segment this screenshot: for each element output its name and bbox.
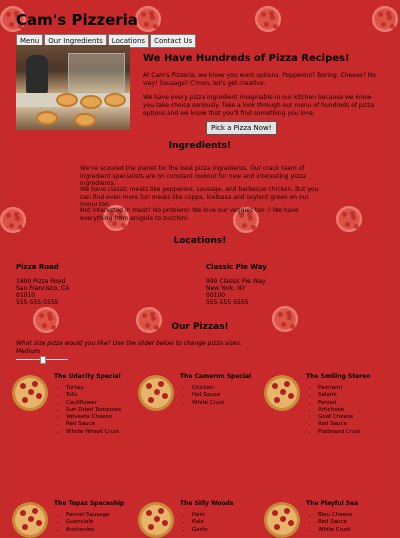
topping-item: Red Sauce	[66, 421, 121, 428]
pizza-icon	[264, 502, 300, 538]
pizza-toppings-list: Bleu CheeseRed SauceWhite Crust	[308, 512, 352, 534]
pizza-size-slider[interactable]	[16, 356, 68, 364]
background-pizza-icon	[336, 206, 362, 232]
topping-item: Whole Wheat Crust	[66, 429, 121, 436]
topping-item: Flatbread Crust	[318, 429, 360, 436]
topping-item: Kale	[192, 519, 208, 526]
topping-item: Goat Cheese	[318, 414, 360, 421]
ingredients-paragraph-3: Not interested in meat? No problem! We l…	[80, 207, 299, 222]
topping-item: Turkey	[66, 385, 121, 392]
topping-item: Fennel	[318, 400, 360, 407]
pizza-toppings-list: TurkeyTofuCauliflowerSun Dried TomatoesV…	[56, 385, 121, 436]
pizza-icon	[12, 502, 48, 538]
topping-item: Red Sauce	[318, 421, 360, 428]
topping-item: Bleu Cheese	[318, 512, 352, 519]
pizza-icon	[138, 375, 174, 411]
topping-item: Chicken	[192, 385, 224, 392]
topping-item: Pastrami	[318, 385, 360, 392]
location-name: Pizza Road	[16, 263, 59, 271]
pizza-name: The Topaz Spaceship	[54, 500, 125, 507]
pizza-toppings-list: ChickenHot SauceWhite Crust	[182, 385, 224, 407]
site-title: Cam's Pizzeria	[16, 11, 138, 29]
pizza-icon	[264, 375, 300, 411]
pizza-size-value: Medium	[16, 348, 40, 355]
background-pizza-icon	[0, 207, 26, 233]
background-pizza-icon	[135, 6, 161, 32]
topping-item: Tofu	[66, 392, 121, 399]
locations-heading: Locations!	[173, 236, 227, 246]
hero-paragraph-2: We have every pizza ingredient imaginabl…	[143, 94, 375, 117]
slider-thumb[interactable]	[40, 356, 46, 364]
topping-item: Hot Sauce	[192, 392, 224, 399]
pizzeria-photo	[16, 45, 130, 130]
pick-a-pizza-button[interactable]: Pick a Pizza Now!	[206, 121, 277, 135]
hero-paragraph-1: At Cam's Pizzeria, we know you want opti…	[143, 72, 376, 87]
topping-item: Artichoke	[318, 407, 360, 414]
topping-item: Garlic	[192, 527, 208, 534]
topping-item: White Crust	[318, 527, 352, 534]
topping-item: Guanciale	[66, 519, 109, 526]
pizza-toppings-list: PastramiSalamiFennelArtichokeGoat Cheese…	[308, 385, 360, 436]
tab-contact-us[interactable]: Contact Us	[150, 34, 197, 48]
pizza-name: The Smiling Stereo	[306, 373, 371, 380]
pizzas-heading: Our Pizzas!	[171, 322, 229, 332]
location-address: 999 Classic Pie Way New York, NY 00100 5…	[206, 278, 266, 306]
pizza-name: The Silly Woods	[180, 500, 234, 507]
background-pizza-icon	[255, 6, 281, 32]
pizza-toppings-list: HamKaleGarlic	[182, 512, 208, 534]
pizza-icon	[138, 502, 174, 538]
location-address: 1800 Pizza Road San Francisco, CA 01010 …	[16, 278, 70, 306]
ingredients-paragraph-1: We've scoured the planet for the best pi…	[80, 165, 306, 187]
pizza-name: The Playful Sea	[306, 500, 359, 507]
pizza-size-instructions: What size pizza would you like? Use the …	[16, 340, 242, 347]
ingredients-paragraph-2: We have classic meats like pepperoni, sa…	[80, 186, 319, 208]
topping-item: Red Sauce	[318, 519, 352, 526]
pizza-toppings-list: Fennel SausageGuancialeAnchovies	[56, 512, 109, 534]
pizza-name: The Cameron Special	[180, 373, 252, 380]
topping-item: Sun Dried Tomatoes	[66, 407, 121, 414]
background-pizza-icon	[372, 6, 398, 32]
ingredients-heading: Ingredients!	[168, 141, 232, 151]
topping-item: Fennel Sausage	[66, 512, 109, 519]
location-name: Classic Pie Way	[206, 263, 267, 271]
topping-item: Salami	[318, 392, 360, 399]
topping-item: Cauliflower	[66, 400, 121, 407]
topping-item: Velveeta Cheese	[66, 414, 121, 421]
topping-item: Anchovies	[66, 527, 109, 534]
pizza-name: The Udacity Special	[54, 373, 121, 380]
topping-item: Ham	[192, 512, 208, 519]
hero-heading: We Have Hundreds of Pizza Recipes!	[143, 53, 350, 64]
topping-item: White Crust	[192, 400, 224, 407]
pizza-icon	[12, 375, 48, 411]
